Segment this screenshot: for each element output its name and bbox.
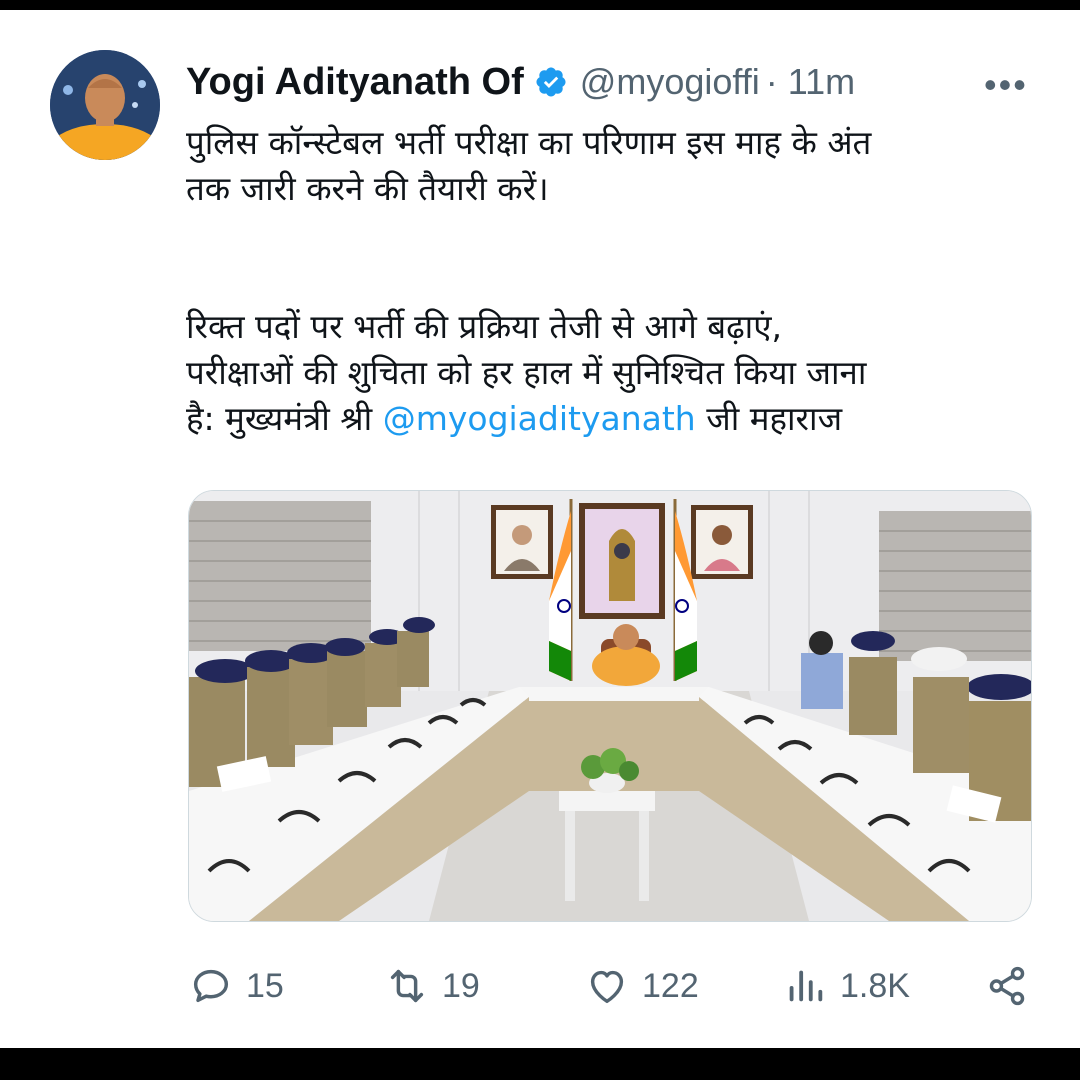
repost-count: 19 <box>442 966 480 1005</box>
verified-badge-icon <box>536 67 566 97</box>
tweet-actions: 15 19 122 1.8K <box>188 958 1038 1014</box>
timestamp[interactable]: · 11m <box>766 61 855 103</box>
tweet-text-segment: जी महाराज <box>695 399 843 438</box>
tweet-header: Yogi Adityanath Of @myogioffi · 11m <box>186 54 855 110</box>
tweet-text-segment: है: मुख्यमंत्री श्री <box>186 399 383 438</box>
like-count: 122 <box>642 966 699 1005</box>
tweet-text-line: पुलिस कॉन्स्टेबल भर्ती परीक्षा का परिणाम… <box>186 123 872 162</box>
views-button[interactable]: 1.8K <box>782 958 910 1014</box>
view-count: 1.8K <box>840 966 910 1005</box>
reply-button[interactable]: 15 <box>188 958 284 1014</box>
author-name[interactable]: Yogi Adityanath Of <box>186 61 524 104</box>
like-button[interactable]: 122 <box>584 958 699 1014</box>
author-handle[interactable]: @myogioffi <box>580 61 760 103</box>
meeting-room-photo <box>189 491 1031 921</box>
bottom-bar <box>0 1048 1080 1080</box>
mention-link[interactable]: @myogiadityanath <box>383 399 696 438</box>
analytics-icon <box>789 970 823 1002</box>
tweet-text-line: है: मुख्यमंत्री श्री @myogiadityanath जी… <box>186 396 1036 442</box>
heart-icon <box>590 970 624 1004</box>
tweet-text-line: तक जारी करने की तैयारी करें। <box>186 169 549 208</box>
reply-count: 15 <box>246 966 284 1005</box>
avatar[interactable] <box>50 50 160 160</box>
tweet-text-line: परीक्षाओं की शुचिता को हर हाल में सुनिश्… <box>186 353 867 392</box>
avatar-image <box>50 50 160 160</box>
reply-icon <box>193 969 229 1003</box>
share-icon <box>989 966 1025 1006</box>
more-options-icon[interactable]: ••• <box>984 64 1028 106</box>
repost-button[interactable]: 19 <box>384 958 480 1014</box>
tweet-body: पुलिस कॉन्स्टेबल भर्ती परीक्षा का परिणाम… <box>186 120 1036 442</box>
repost-icon <box>390 969 424 1003</box>
tweet-card[interactable]: Yogi Adityanath Of @myogioffi · 11m ••• … <box>0 10 1080 1048</box>
tweet-text-line: रिक्त पदों पर भर्ती की प्रक्रिया तेजी से… <box>186 307 782 346</box>
share-button[interactable] <box>984 958 1042 1014</box>
tweet-photo[interactable] <box>188 490 1032 922</box>
